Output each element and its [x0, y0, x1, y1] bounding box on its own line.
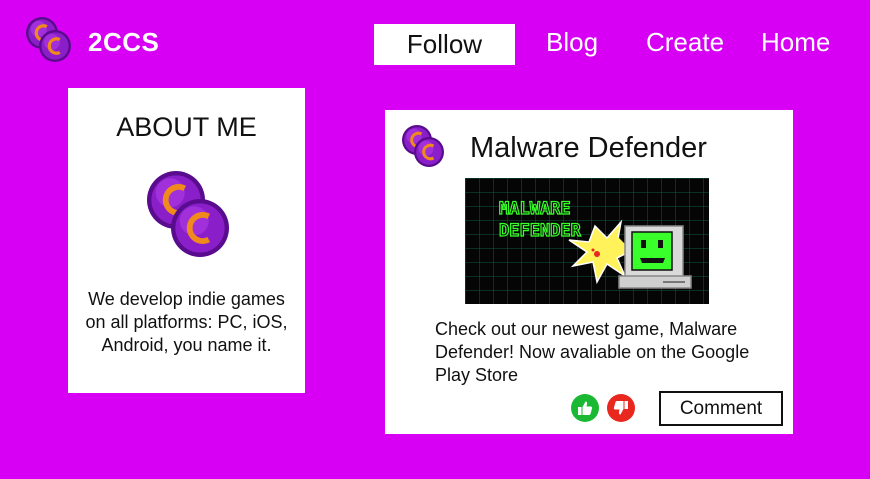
nav-follow-button[interactable]: Follow — [374, 24, 515, 65]
thumbs-down-icon — [613, 401, 628, 415]
about-title: ABOUT ME — [116, 112, 257, 142]
nav-blog-link[interactable]: Blog — [546, 27, 598, 58]
post-title: Malware Defender — [470, 132, 707, 164]
post-text: Check out our newest game, Malware Defen… — [435, 319, 750, 385]
comment-button[interactable]: Comment — [659, 391, 783, 426]
coin-stack-icon — [142, 168, 234, 260]
logo-coin-stack-icon[interactable] — [24, 16, 74, 66]
game-cover-image[interactable]: MALWARE DEFENDER — [465, 178, 709, 304]
nav-create-link[interactable]: Create — [646, 27, 724, 58]
about-text: We develop indie games on all platforms:… — [85, 289, 288, 355]
dislike-button[interactable] — [607, 394, 635, 422]
like-button[interactable] — [571, 394, 599, 422]
nav-home-link[interactable]: Home — [761, 27, 830, 58]
thumbs-up-icon — [578, 401, 593, 415]
about-card: ABOUT ME We develop indie games on all p… — [68, 88, 305, 393]
brand-name[interactable]: 2CCS — [88, 27, 159, 58]
post-card: Malware Defender MALWARE DEFENDER Check … — [385, 110, 793, 434]
cover-title-line-1: MALWARE — [499, 199, 571, 219]
cover-title-line-2: DEFENDER — [499, 221, 582, 241]
post-avatar-coin-icon — [401, 124, 446, 169]
